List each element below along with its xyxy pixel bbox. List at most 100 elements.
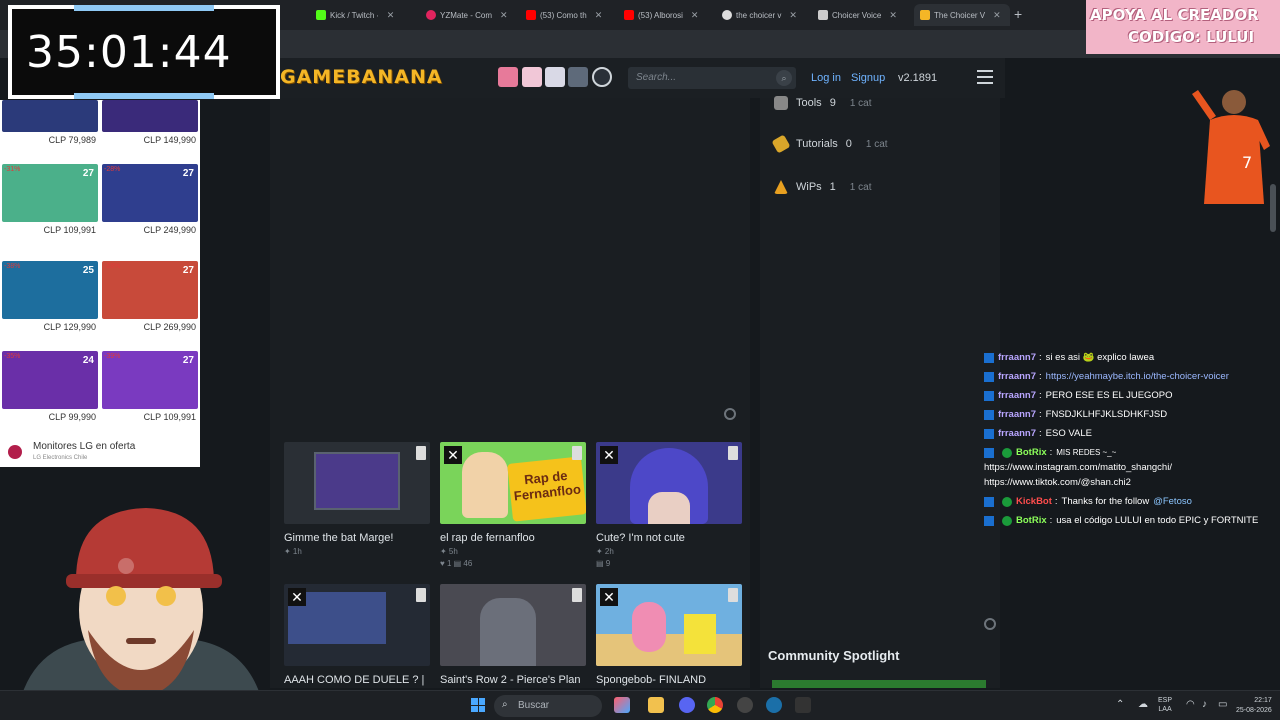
chat-username[interactable]: frraann7 <box>998 388 1036 403</box>
thumbnail[interactable]: ✕ <box>284 584 430 666</box>
pin-icon[interactable] <box>572 446 582 460</box>
card-title[interactable]: el rap de fernanfloo <box>440 532 586 544</box>
capcut-icon[interactable] <box>795 697 811 713</box>
card-title[interactable]: Spongebob- FINLAND <box>596 674 742 686</box>
thumbnail[interactable] <box>440 584 586 666</box>
submission-card[interactable]: Rap de Fernanfloo ✕ el rap de fernanfloo… <box>440 442 586 568</box>
chat-username[interactable]: BotRix <box>1016 513 1047 528</box>
search-icon[interactable]: ⌕ <box>776 70 792 86</box>
ad-product[interactable]: -35% 24 CLP 99,990 <box>2 351 98 422</box>
chevron-up-icon[interactable]: ⌃ <box>1116 699 1124 710</box>
close-icon[interactable]: ✕ <box>288 588 306 606</box>
ad-product[interactable]: -28% 27 CLP 249,990 <box>102 164 198 235</box>
chat-separator: : <box>1039 371 1042 382</box>
thumbnail[interactable]: ✕ <box>596 584 742 666</box>
version-badge[interactable]: v2.1891 <box>898 72 937 84</box>
ad-product[interactable]: -28% 27 CLP 269,990 <box>102 261 198 332</box>
ad-product[interactable]: -39% 27 CLP 109,991 <box>102 351 198 422</box>
pin-icon[interactable] <box>728 588 738 602</box>
close-icon[interactable]: ✕ <box>600 588 618 606</box>
signup-link[interactable]: Signup <box>851 72 885 84</box>
windows-start-icon[interactable] <box>471 698 485 712</box>
taskbar-search-input[interactable]: Buscar <box>518 700 549 711</box>
ad-product[interactable]: CLP 79,989 <box>2 100 98 145</box>
chat-username[interactable]: frraann7 <box>998 369 1036 384</box>
spotlight-banner[interactable] <box>772 680 986 688</box>
close-icon[interactable]: ✕ <box>789 10 797 21</box>
steam-icon[interactable] <box>766 697 782 713</box>
ad-product[interactable]: CLP 149,990 <box>102 100 198 145</box>
close-icon[interactable]: ✕ <box>387 10 395 21</box>
ad-panel[interactable]: CLP 79,989 CLP 149,990 -31% 27 CLP 109,9… <box>0 100 200 467</box>
submission-card[interactable]: Saint's Row 2 - Pierce's Plan <box>440 584 586 686</box>
chat-text[interactable]: https://www.instagram.com/matito_shangch… <box>980 460 1280 475</box>
tab-kick[interactable]: Kick / Twitch ∙ ✕ <box>316 4 416 26</box>
pin-icon[interactable] <box>416 588 426 602</box>
close-icon[interactable]: ✕ <box>889 10 897 21</box>
volume-icon[interactable]: ♪ <box>1202 699 1207 710</box>
obs-icon[interactable] <box>737 697 753 713</box>
chat-username[interactable]: frraann7 <box>998 407 1036 422</box>
language-indicator[interactable]: ESP LAA <box>1158 696 1172 714</box>
chat-username[interactable]: frraann7 <box>998 426 1036 441</box>
thumbnail[interactable] <box>284 442 430 524</box>
taskbar-search[interactable]: ⌕ Buscar <box>494 695 602 717</box>
avatar[interactable] <box>545 67 565 87</box>
close-icon[interactable]: ✕ <box>691 10 699 21</box>
close-icon[interactable]: ✕ <box>595 10 603 21</box>
chat-mention[interactable]: @Fetoso <box>1153 494 1192 509</box>
chat-username[interactable]: frraann7 <box>998 350 1036 365</box>
wifi-icon[interactable]: ◠ <box>1186 699 1195 710</box>
site-logo[interactable]: GAMEBANANA <box>280 66 443 88</box>
file-explorer-icon[interactable] <box>648 697 664 713</box>
chat-username[interactable]: BotRix <box>1016 445 1047 460</box>
submission-card[interactable]: ✕ Spongebob- FINLAND <box>596 584 742 686</box>
category-wips[interactable]: WiPs 1 1 cat <box>774 180 871 194</box>
close-icon[interactable]: ✕ <box>444 446 462 464</box>
chat-username[interactable]: KickBot <box>1016 494 1052 509</box>
discord-icon[interactable] <box>679 697 695 713</box>
submission-card[interactable]: ✕ Cute? I'm not cute ✦ 2h ▤ 9 <box>596 442 742 568</box>
battery-icon[interactable]: ▭ <box>1218 699 1227 710</box>
system-clock[interactable]: 22:17 25-08-2026 <box>1236 696 1272 716</box>
ad-product[interactable]: -38% 25 CLP 129,990 <box>2 261 98 332</box>
avatar[interactable] <box>522 67 542 87</box>
cloud-icon[interactable]: ☁ <box>1138 699 1148 710</box>
chat-link[interactable]: https://yeahmaybe.itch.io/the-choicer-vo… <box>1046 369 1229 384</box>
close-icon[interactable]: ✕ <box>600 446 618 464</box>
tab-yzmate[interactable]: YZMate - Com ✕ <box>426 4 516 26</box>
tab-google-search[interactable]: the choicer v ✕ <box>722 4 814 26</box>
hamburger-menu-icon[interactable] <box>977 70 993 84</box>
pin-icon[interactable] <box>728 446 738 460</box>
card-title[interactable]: Saint's Row 2 - Pierce's Plan <box>440 674 586 686</box>
avatar[interactable] <box>568 67 588 87</box>
close-icon[interactable]: ✕ <box>993 10 1001 21</box>
app-icon[interactable] <box>614 697 630 713</box>
search-box[interactable]: Search... ⌕ <box>628 67 796 89</box>
pin-icon[interactable] <box>416 446 426 460</box>
search-input[interactable]: Search... <box>636 72 756 83</box>
tab-youtube-1[interactable]: (53) Como th ✕ <box>526 4 618 26</box>
ad-title[interactable]: Monitores LG en oferta <box>33 441 135 452</box>
card-title[interactable]: AAAH COMO DE DUELE ? | <box>284 674 430 686</box>
game-controller-icon[interactable] <box>592 67 612 87</box>
close-icon[interactable]: ✕ <box>500 10 508 21</box>
thumbnail[interactable]: Rap de Fernanfloo ✕ <box>440 442 586 524</box>
thumbnail[interactable]: ✕ <box>596 442 742 524</box>
card-title[interactable]: Cute? I'm not cute <box>596 532 742 544</box>
chrome-icon[interactable] <box>707 697 723 713</box>
card-title[interactable]: Gimme the bat Marge! <box>284 532 430 544</box>
category-tools[interactable]: Tools 9 1 cat <box>774 96 872 110</box>
login-link[interactable]: Log in <box>811 72 841 84</box>
avatar[interactable] <box>498 67 518 87</box>
new-tab-button[interactable]: + <box>1014 6 1022 22</box>
tab-the-choicer-active[interactable]: The Choicer V ✕ <box>914 4 1010 26</box>
submission-card[interactable]: ✕ AAAH COMO DE DUELE ? | <box>284 584 430 686</box>
tab-choicer-voice[interactable]: Choicer Voice ✕ <box>818 4 910 26</box>
ad-product[interactable]: -31% 27 CLP 109,991 <box>2 164 98 235</box>
chat-text[interactable]: https://www.tiktok.com/@shan.chi2 <box>980 475 1280 490</box>
submission-card[interactable]: Gimme the bat Marge! ✦ 1h <box>284 442 430 556</box>
tab-youtube-2[interactable]: (53) Alborosi ✕ <box>624 4 720 26</box>
category-tutorials[interactable]: Tutorials 0 1 cat <box>771 134 888 154</box>
pin-icon[interactable] <box>572 588 582 602</box>
